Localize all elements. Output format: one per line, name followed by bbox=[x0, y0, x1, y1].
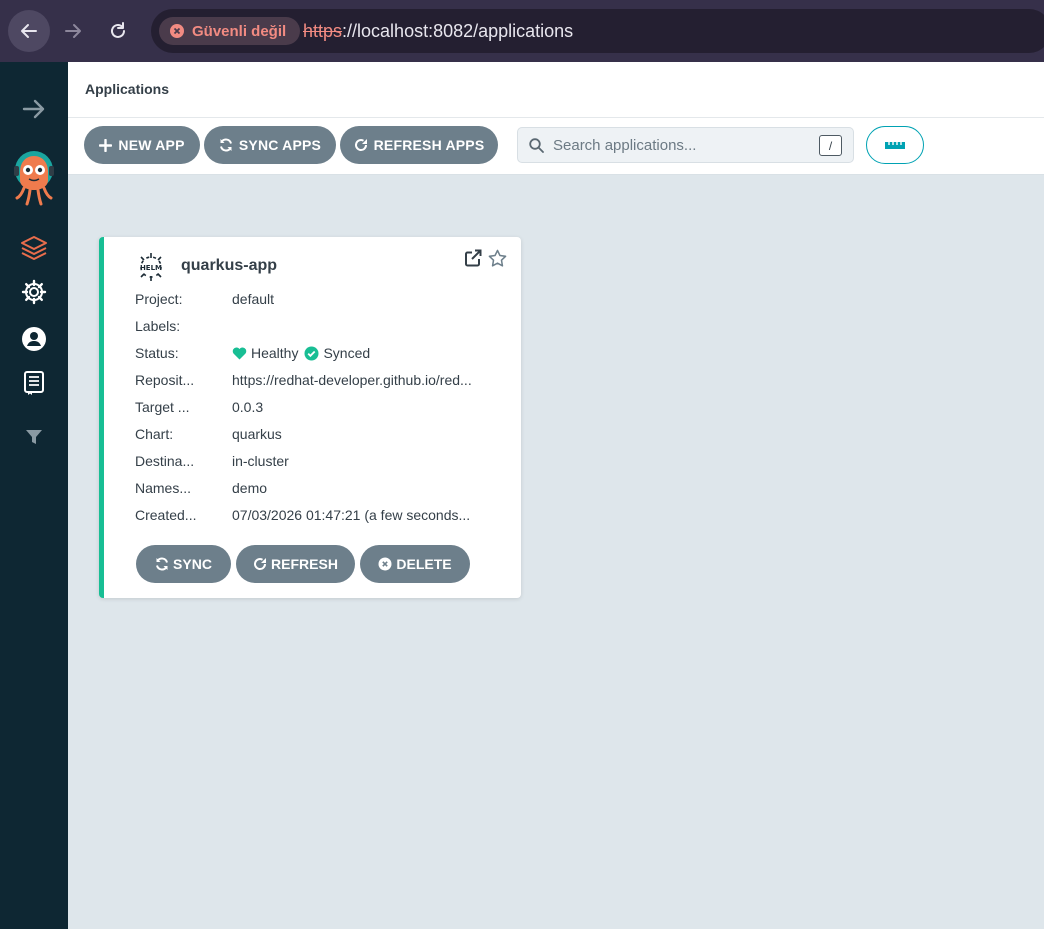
sidebar-item-user-info[interactable] bbox=[0, 325, 68, 353]
health-status: Healthy bbox=[251, 345, 299, 361]
heart-icon bbox=[232, 347, 247, 359]
delete-label: DELETE bbox=[396, 556, 452, 572]
url-scheme: https bbox=[303, 21, 343, 41]
field-key: Target ... bbox=[135, 399, 190, 415]
reload-icon bbox=[111, 22, 125, 38]
filter-icon bbox=[26, 430, 42, 444]
argo-logo[interactable] bbox=[0, 150, 68, 206]
arrow-right-icon bbox=[65, 24, 81, 38]
sidebar bbox=[0, 62, 68, 929]
view-toggle-button[interactable] bbox=[866, 126, 924, 164]
field-value: https://redhat-developer.github.io/red..… bbox=[232, 372, 472, 388]
field-key: Project: bbox=[135, 291, 183, 307]
security-label: Güvenli değil bbox=[192, 22, 287, 40]
sidebar-item-filter[interactable] bbox=[0, 426, 68, 448]
address-bar[interactable]: Güvenli değil https://localhost:8082/app… bbox=[151, 9, 1044, 53]
applications-toolbar: NEW APP SYNC APPS REFRESH APPS Search ap… bbox=[68, 118, 1044, 175]
field-key: Created... bbox=[135, 507, 197, 523]
argo-octopus-icon bbox=[14, 151, 54, 206]
field-key: Names... bbox=[135, 480, 192, 496]
star-icon bbox=[488, 249, 507, 267]
helm-logo-icon: HELM bbox=[140, 253, 162, 281]
sync-apps-button[interactable]: SYNC APPS bbox=[204, 126, 336, 164]
check-circle-icon bbox=[304, 346, 319, 360]
security-indicator[interactable]: Güvenli değil bbox=[159, 17, 301, 45]
field-value: in-cluster bbox=[232, 453, 289, 469]
external-link-icon bbox=[465, 249, 482, 267]
arrow-right-icon bbox=[22, 99, 45, 119]
arrow-left-icon bbox=[21, 24, 37, 38]
new-app-button[interactable]: NEW APP bbox=[84, 126, 200, 164]
sync-label: SYNC bbox=[173, 556, 212, 572]
plus-icon bbox=[99, 138, 113, 152]
delete-button[interactable]: DELETE bbox=[360, 545, 470, 583]
sidebar-item-applications[interactable] bbox=[0, 234, 68, 262]
svg-text:HELM: HELM bbox=[140, 264, 162, 272]
search-placeholder: Search applications... bbox=[553, 137, 697, 154]
field-key: Chart: bbox=[135, 426, 174, 442]
search-applications-input[interactable]: Search applications... / bbox=[517, 127, 854, 163]
status-values: Healthy Synced bbox=[232, 345, 490, 361]
refresh-label: REFRESH bbox=[271, 556, 338, 572]
sync-icon bbox=[219, 138, 232, 152]
new-app-label: NEW APP bbox=[118, 137, 185, 153]
search-shortcut-hint: / bbox=[819, 135, 842, 156]
sync-status: Synced bbox=[323, 345, 371, 361]
close-circle-icon bbox=[378, 557, 392, 571]
helm-icon: HELM bbox=[136, 252, 166, 287]
field-value: demo bbox=[232, 480, 268, 496]
docs-icon bbox=[24, 371, 44, 395]
favorite-button[interactable] bbox=[488, 249, 507, 273]
field-value: default bbox=[232, 291, 275, 307]
refresh-icon bbox=[354, 139, 367, 151]
refresh-apps-button[interactable]: REFRESH APPS bbox=[340, 126, 498, 164]
refresh-icon bbox=[254, 558, 267, 570]
not-secure-icon bbox=[170, 24, 184, 38]
layers-icon bbox=[21, 236, 47, 260]
field-value: quarkus bbox=[232, 426, 282, 442]
refresh-apps-label: REFRESH APPS bbox=[373, 137, 485, 153]
open-external-button[interactable] bbox=[464, 249, 482, 272]
settings-gear-icon bbox=[21, 279, 47, 305]
url-text: https://localhost:8082/applications bbox=[303, 21, 573, 42]
app-name[interactable]: quarkus-app bbox=[181, 257, 277, 275]
field-key: Labels: bbox=[135, 318, 181, 334]
user-icon bbox=[22, 327, 46, 351]
forward-button[interactable] bbox=[52, 10, 94, 52]
url-path: ://localhost:8082/applications bbox=[342, 21, 574, 41]
sidebar-item-docs[interactable] bbox=[0, 369, 68, 397]
application-card[interactable]: HELM quarkus-app Project: default Labels… bbox=[99, 237, 521, 598]
field-key: Reposit... bbox=[135, 372, 195, 388]
reload-button[interactable] bbox=[97, 10, 139, 52]
field-value: 0.0.3 bbox=[232, 399, 264, 415]
browser-toolbar: Güvenli değil https://localhost:8082/app… bbox=[0, 0, 1044, 62]
field-key: Destina... bbox=[135, 453, 195, 469]
field-value: 07/03/2026 01:47:21 (a few seconds... bbox=[232, 507, 471, 523]
page-title: Applications bbox=[85, 81, 170, 97]
sync-button[interactable]: SYNC bbox=[136, 545, 231, 583]
back-button[interactable] bbox=[8, 10, 50, 52]
field-key: Status: bbox=[135, 345, 179, 361]
sync-icon bbox=[156, 557, 169, 571]
refresh-button[interactable]: REFRESH bbox=[236, 545, 355, 583]
sync-apps-label: SYNC APPS bbox=[238, 137, 322, 153]
ruler-icon bbox=[885, 142, 905, 149]
sidebar-expand-button[interactable] bbox=[0, 96, 68, 122]
search-icon bbox=[529, 138, 544, 153]
sidebar-item-settings[interactable] bbox=[0, 278, 68, 306]
page-header: Applications bbox=[68, 62, 1044, 118]
